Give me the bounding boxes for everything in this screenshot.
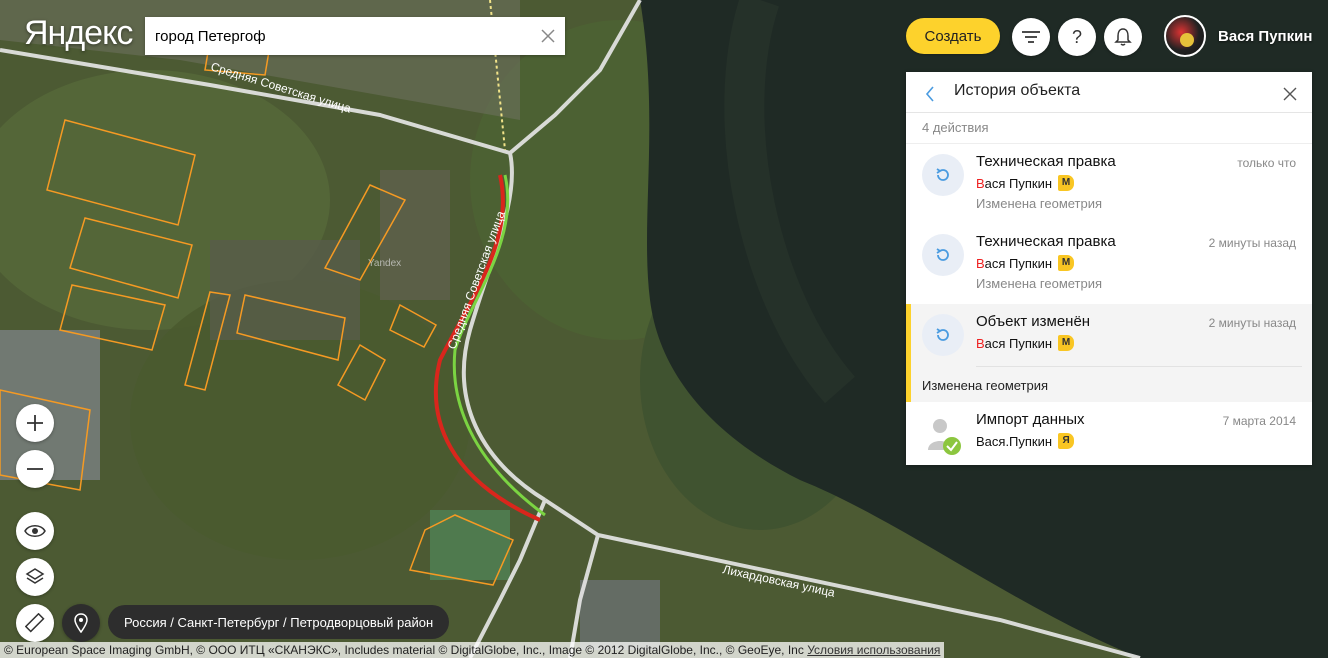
clear-search-icon[interactable] xyxy=(531,18,565,54)
history-item-time: только что xyxy=(1237,156,1296,170)
search-input[interactable] xyxy=(145,18,531,54)
back-arrow-icon[interactable] xyxy=(918,82,942,106)
history-item-author[interactable]: Вася Пупкин М xyxy=(976,335,1075,351)
author-first-letter: В xyxy=(976,335,985,351)
moderator-badge: М xyxy=(1058,175,1075,191)
yandex-badge: Я xyxy=(1058,433,1075,449)
yandex-logo[interactable]: Яндекс xyxy=(24,14,133,53)
revert-icon[interactable] xyxy=(922,314,964,356)
history-item-author[interactable]: Вася Пупкин М xyxy=(976,175,1075,191)
avatar[interactable] xyxy=(1164,15,1206,57)
actions-count: 4 действия xyxy=(906,113,1312,144)
help-icon[interactable]: ? xyxy=(1058,18,1096,56)
object-history-panel: История объекта 4 действия Техническая п… xyxy=(906,72,1312,465)
history-item-author[interactable]: Вася Пупкин М xyxy=(976,255,1075,271)
zoom-in-button[interactable] xyxy=(16,404,54,442)
history-item[interactable]: Импорт данных 7 марта 2014 Вася.Пупкин Я xyxy=(906,402,1312,468)
zoom-out-button[interactable] xyxy=(16,450,54,488)
ruler-icon[interactable] xyxy=(16,604,54,642)
history-item-title: Техническая правка xyxy=(976,153,1116,170)
revert-icon[interactable] xyxy=(922,154,964,196)
author-name: ася Пупкин xyxy=(984,175,1053,191)
eye-icon[interactable] xyxy=(16,512,54,550)
user-name[interactable]: Вася Пупкин xyxy=(1218,28,1312,45)
copyright-text: © European Space Imaging GmbH, © ООО ИТЦ… xyxy=(4,643,804,657)
map-watermark: Yandex xyxy=(368,258,401,269)
bell-icon[interactable] xyxy=(1104,18,1142,56)
close-icon[interactable] xyxy=(1278,82,1302,106)
moderator-badge: М xyxy=(1058,335,1075,351)
history-item-title: Техническая правка xyxy=(976,233,1116,250)
history-item[interactable]: Техническая правка 2 минуты назад Вася П… xyxy=(906,224,1312,304)
history-item-desc: Изменена геометрия xyxy=(976,276,1103,291)
history-item-desc: Изменена геометрия xyxy=(976,196,1103,211)
panel-header: История объекта xyxy=(906,72,1312,113)
history-item[interactable]: Техническая правка только что Вася Пупки… xyxy=(906,144,1312,224)
terms-link[interactable]: Условия использования xyxy=(807,643,940,657)
moderator-badge: М xyxy=(1058,255,1075,271)
author-first-letter: В xyxy=(976,255,985,271)
create-button[interactable]: Создать xyxy=(906,18,1000,54)
revert-icon[interactable] xyxy=(922,234,964,276)
divider xyxy=(976,366,1302,367)
filter-icon[interactable] xyxy=(1012,18,1050,56)
history-item-author[interactable]: Вася.Пупкин Я xyxy=(976,433,1075,449)
history-item-time: 7 марта 2014 xyxy=(1222,414,1296,428)
history-item-title: Объект изменён xyxy=(976,313,1091,330)
layers-icon[interactable] xyxy=(16,558,54,596)
location-pin-icon[interactable] xyxy=(62,604,100,642)
history-item-time: 2 минуты назад xyxy=(1208,316,1296,330)
author-name: ася Пупкин xyxy=(984,255,1053,271)
search-box xyxy=(145,17,565,55)
author-name: Вася.Пупкин xyxy=(976,433,1053,449)
user-menu[interactable]: Вася Пупкин xyxy=(1164,15,1312,57)
history-item-selected[interactable]: Объект изменён 2 минуты назад Вася Пупки… xyxy=(906,304,1312,402)
history-item-title: Импорт данных xyxy=(976,411,1085,428)
author-name: ася Пупкин xyxy=(984,335,1053,351)
panel-title: История объекта xyxy=(954,82,1081,99)
history-item-desc: Изменена геометрия xyxy=(922,378,1049,393)
import-user-icon xyxy=(926,416,962,456)
svg-text:?: ? xyxy=(1072,27,1082,47)
copyright-bar: © European Space Imaging GmbH, © ООО ИТЦ… xyxy=(0,642,945,658)
history-item-time: 2 минуты назад xyxy=(1208,236,1296,250)
author-first-letter: В xyxy=(976,175,985,191)
breadcrumb[interactable]: Россия / Санкт-Петербург / Петродворцовы… xyxy=(108,605,450,639)
